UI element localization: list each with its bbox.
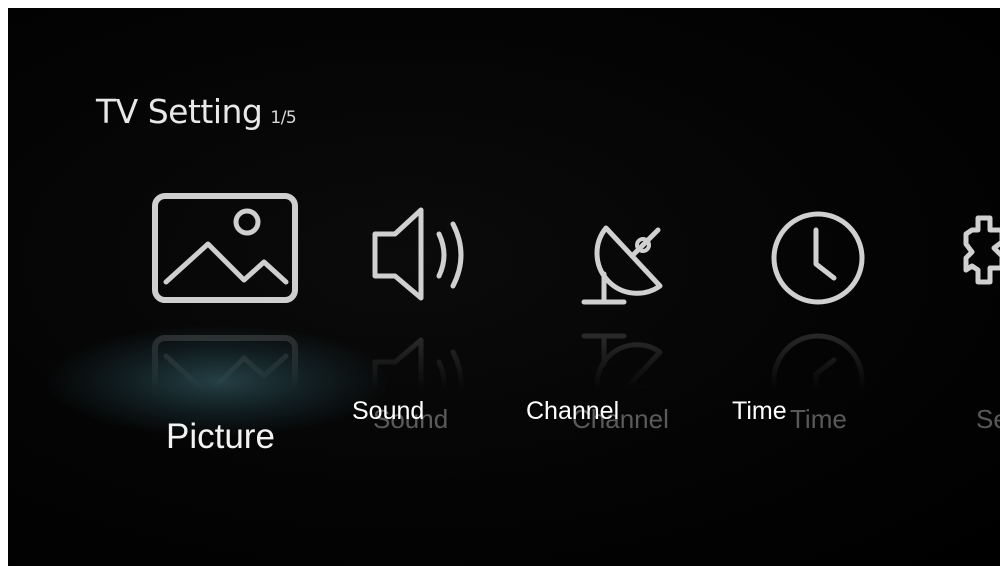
menu-label-time-reflection: Time <box>790 404 847 434</box>
menu-label-channel: Channel <box>526 397 620 425</box>
menu-item-picture[interactable]: Picture <box>140 178 310 478</box>
menu-item-time[interactable]: Time Time <box>732 178 916 478</box>
satellite-dish-icon-reflection <box>548 320 718 390</box>
menu-label-time: Time <box>732 397 787 425</box>
clock-icon-reflection <box>746 320 916 390</box>
picture-icon <box>140 178 310 318</box>
menu-item-channel[interactable]: Channel Channel <box>526 178 718 478</box>
menu-label-sound: Sound <box>352 397 425 425</box>
menu-label-setup: Se <box>976 404 1000 434</box>
speaker-icon-reflection <box>345 320 515 390</box>
clock-icon <box>746 178 916 318</box>
menu-label-picture: Picture <box>166 417 275 456</box>
page-title: TV Setting 1/5 <box>96 92 297 131</box>
satellite-dish-icon <box>548 178 718 318</box>
page-counter: 1/5 <box>270 108 297 128</box>
tv-settings-screen: TV Setting 1/5 Picture Sound Sound Chann… <box>8 8 1000 566</box>
gear-icon <box>948 178 1000 318</box>
title-text: TV Setting <box>96 92 263 131</box>
menu-item-setup[interactable]: Se <box>948 178 1000 478</box>
speaker-icon <box>345 178 515 318</box>
menu-item-sound[interactable]: Sound Sound <box>345 178 515 478</box>
picture-icon-reflection <box>140 320 310 390</box>
